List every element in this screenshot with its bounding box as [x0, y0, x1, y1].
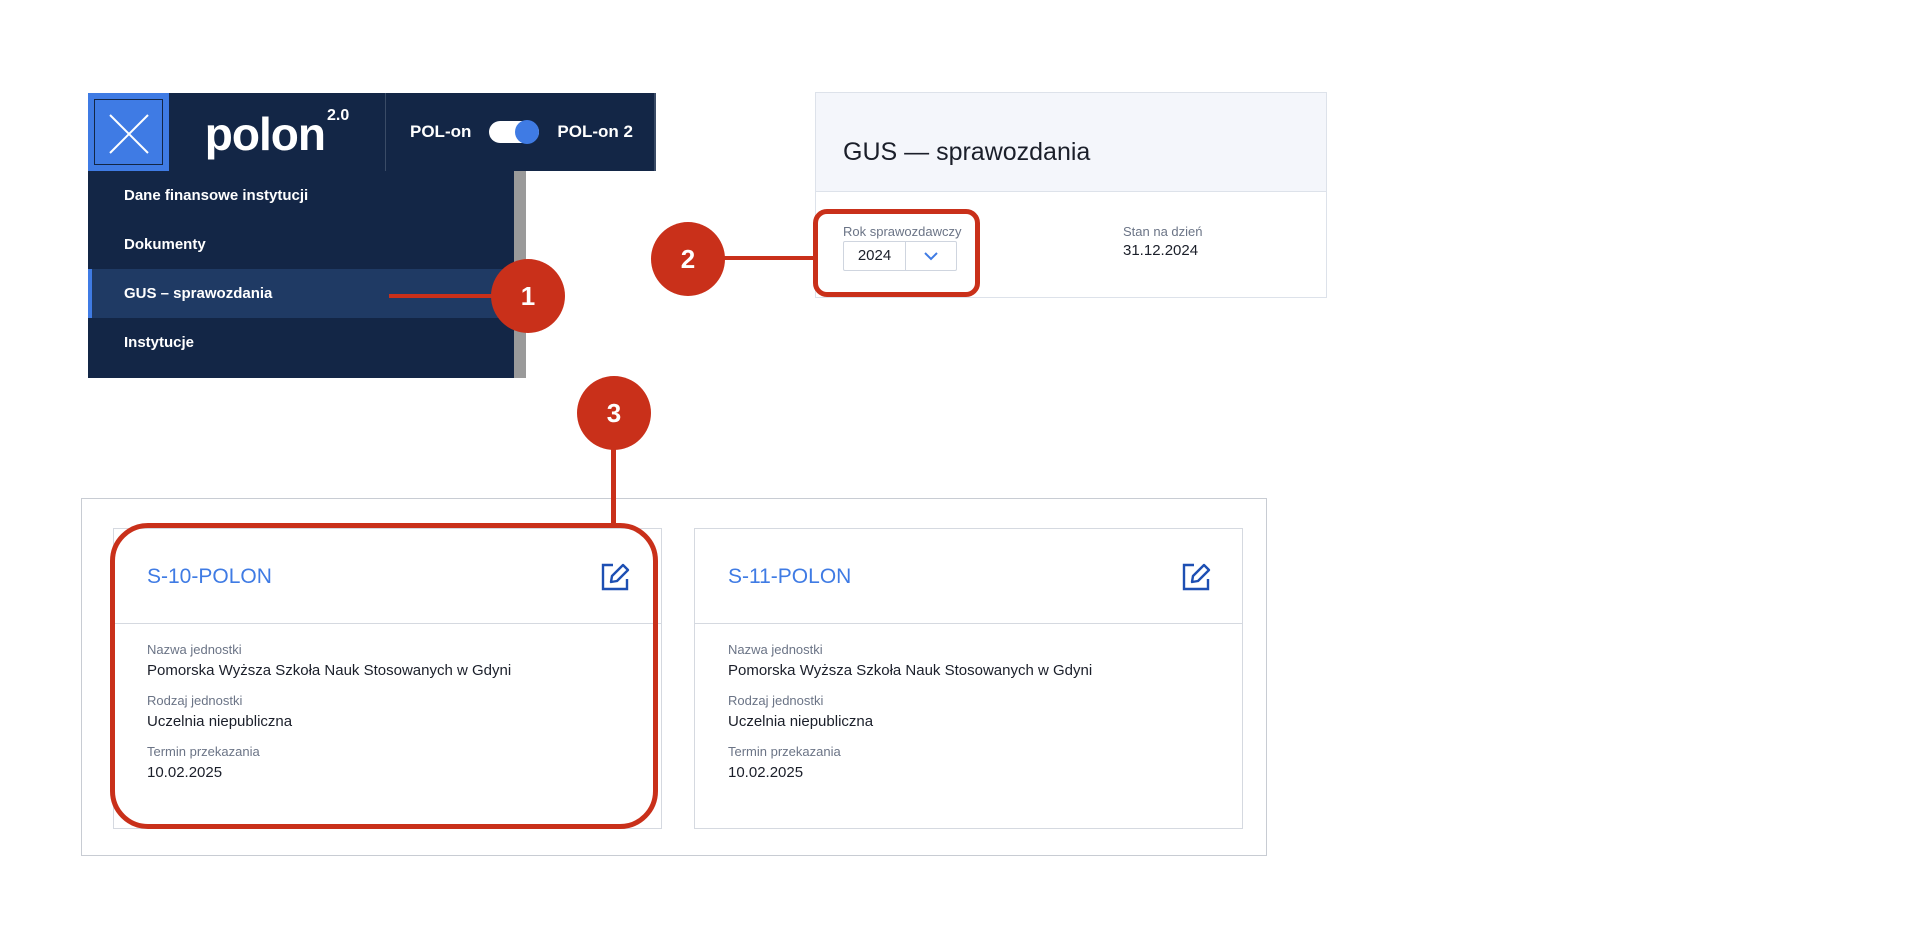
as-of-date-label: Stan na dzień [1123, 224, 1203, 239]
unit-type-label: Rodzaj jednostki [728, 693, 824, 708]
toggle-label-left: POL-on [410, 122, 472, 141]
unit-name-label: Nazwa jednostki [728, 642, 823, 657]
sidebar-item-instytucje[interactable]: Instytucje [88, 318, 514, 367]
deadline-value: 10.02.2025 [728, 764, 804, 781]
gus-panel-header: GUS — sprawozdania [816, 93, 1326, 192]
app-header: polon 2.0 POL-on POL-on 2 [88, 93, 656, 171]
card-header: S-11-POLON [695, 529, 1242, 624]
close-icon [109, 114, 149, 154]
sidebar-item-dane-finansowe[interactable]: Dane finansowe instytucji [88, 171, 514, 220]
unit-type-value: Uczelnia niepubliczna [728, 713, 874, 730]
version-toggle-area: POL-on POL-on 2 [386, 93, 656, 171]
unit-name-value: Pomorska Wyższa Szkoła Nauk Stosowanych … [728, 662, 1093, 679]
card-title[interactable]: S-11-POLON [728, 565, 851, 589]
version-switch[interactable] [489, 120, 540, 144]
logo-version: 2.0 [326, 107, 350, 124]
toggle-label-right: POL-on 2 [557, 122, 633, 141]
switch-knob [515, 120, 540, 144]
callout-badge-3: 3 [577, 376, 651, 450]
sidebar-item-dokumenty[interactable]: Dokumenty [88, 220, 514, 269]
callout-3-highlight [110, 523, 658, 829]
callout-1-line [389, 294, 499, 298]
report-card-s11[interactable]: S-11-POLON Nazwa jednostki Pomorska Wyższ… [694, 528, 1243, 829]
callout-2-line [720, 256, 816, 260]
logo-word: polon [204, 108, 326, 160]
card-body: Nazwa jednostki Pomorska Wyższa Szkoła Na… [695, 624, 1242, 781]
deadline-label: Termin przekazania [728, 744, 841, 759]
callout-badge-1: 1 [491, 259, 565, 333]
close-menu-button[interactable] [88, 93, 169, 171]
callout-3-line [611, 447, 616, 527]
as-of-date-value: 31.12.2024 [1123, 242, 1199, 259]
polon-logo: polon 2.0 [169, 93, 386, 171]
sidebar-menu: Dane finansowe instytucji Dokumenty GUS … [88, 171, 514, 378]
callout-2-highlight [813, 209, 980, 297]
callout-badge-2: 2 [651, 222, 725, 296]
page-title: GUS — sprawozdania [843, 138, 1091, 166]
edit-icon[interactable] [1180, 561, 1212, 593]
